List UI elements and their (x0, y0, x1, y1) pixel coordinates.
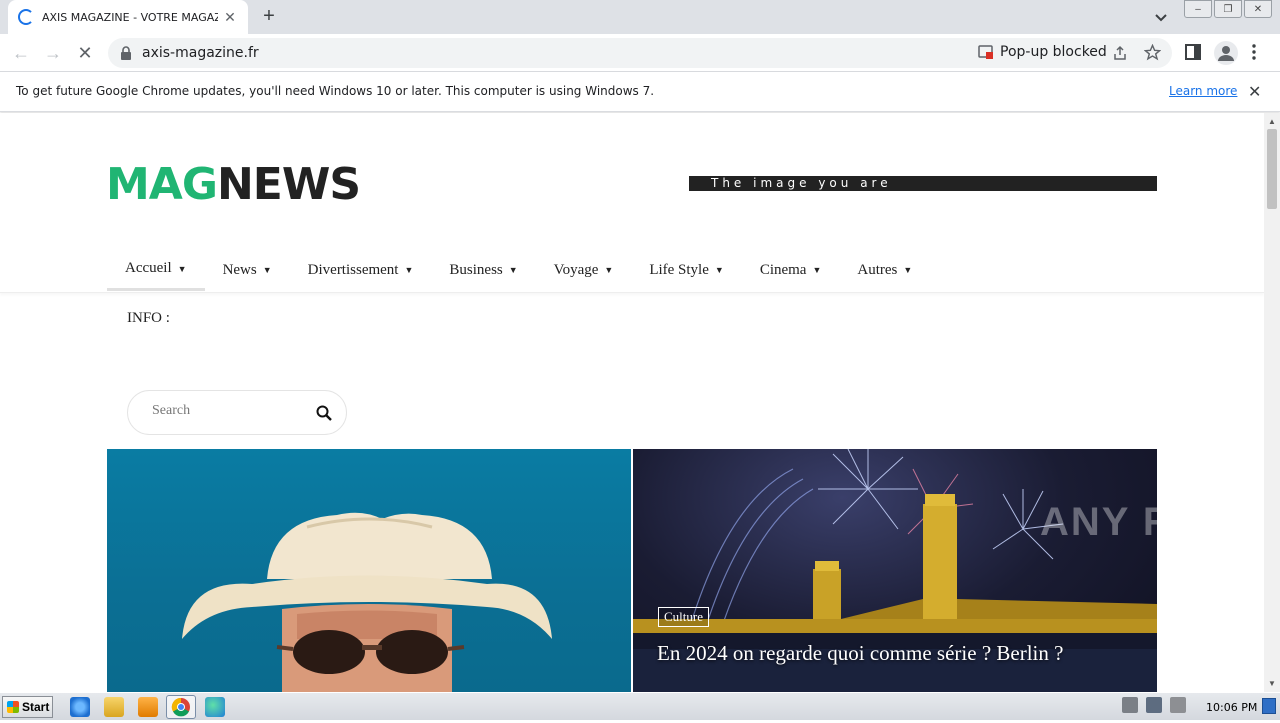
lock-icon[interactable] (120, 46, 132, 60)
windows-logo-icon (7, 701, 19, 713)
profile-avatar-icon[interactable] (1214, 41, 1238, 65)
clock[interactable]: 10:06 PM (1206, 701, 1257, 714)
share-icon[interactable] (1112, 45, 1128, 61)
nav-label: Life Style (649, 261, 709, 278)
browser-tab[interactable]: AXIS MAGAZINE - VOTRE MAGAZINE ✕ (8, 0, 248, 34)
chrome-menu-icon[interactable] (1252, 44, 1256, 60)
nav-item-cinema[interactable]: Cinema ▼ (742, 249, 840, 291)
network-icon[interactable] (1146, 697, 1162, 713)
anyrun-watermark: ANY RUN (1040, 500, 1236, 544)
media-player-icon[interactable] (138, 697, 158, 717)
popup-blocked-icon (978, 45, 993, 59)
action-center-flag-icon[interactable] (1170, 697, 1186, 713)
nav-label: Divertissement (307, 261, 399, 278)
chrome-icon (171, 697, 190, 717)
chevron-down-icon: ▼ (404, 265, 414, 275)
scroll-down-icon[interactable]: ▼ (1268, 679, 1276, 688)
infobar-close-icon[interactable]: ✕ (1248, 82, 1261, 102)
nav-label: News (222, 261, 257, 278)
minimize-button[interactable]: – (1184, 0, 1212, 18)
nav-label: Autres (857, 261, 898, 278)
search-icon[interactable] (316, 405, 332, 421)
address-bar[interactable]: axis-magazine.fr Pop-up blocked (108, 38, 1172, 68)
show-desktop-button[interactable] (1262, 698, 1276, 714)
back-button[interactable]: ← (10, 42, 32, 64)
tab-search-icon[interactable] (1152, 8, 1170, 26)
tab-strip: AXIS MAGAZINE - VOTRE MAGAZINE ✕ + – ❐ ✕ (0, 0, 1280, 34)
chevron-down-icon: ▼ (177, 263, 187, 274)
chevron-down-icon: ▼ (812, 265, 822, 275)
edge-icon[interactable] (205, 697, 225, 717)
forward-button[interactable]: → (42, 42, 64, 64)
nav-label: Business (449, 261, 503, 278)
nav-item-autres[interactable]: Autres ▼ (839, 249, 930, 291)
chevron-down-icon: ▼ (262, 265, 272, 275)
start-button[interactable]: Start (2, 696, 53, 718)
stop-loading-button[interactable]: ✕ (74, 42, 96, 64)
browser-toolbar: ← → ✕ axis-magazine.fr Pop-up blocked (0, 34, 1280, 72)
volume-icon[interactable] (1122, 697, 1138, 713)
page-scrollbar[interactable]: ▲ ▼ (1264, 113, 1280, 692)
featured-article-left[interactable] (107, 449, 631, 692)
chevron-down-icon: ▼ (508, 265, 518, 275)
nav-item-accueil[interactable]: Accueil ▼ (107, 249, 205, 291)
learn-more-link[interactable]: Learn more (1169, 84, 1237, 98)
featured-article-right[interactable]: Culture En 2024 on regarde quoi comme sé… (633, 449, 1157, 692)
nav-item-news[interactable]: News ▼ (205, 249, 290, 291)
web-page: MAGNEWS The image you are Accueil ▼ News ▼… (0, 113, 1264, 692)
info-ticker-label: INFO : (127, 310, 170, 326)
popup-blocked-indicator[interactable]: Pop-up blocked (978, 44, 1107, 60)
site-logo[interactable]: MAGNEWS (106, 159, 361, 210)
chevron-down-icon: ▼ (903, 265, 913, 275)
article-headline[interactable]: En 2024 on regarde quoi comme série ? Be… (657, 641, 1063, 666)
close-window-button[interactable]: ✕ (1244, 0, 1272, 18)
popup-blocked-label: Pop-up blocked (1000, 44, 1107, 60)
scroll-up-icon[interactable]: ▲ (1268, 117, 1276, 126)
url-text[interactable]: axis-magazine.fr (142, 45, 259, 61)
chevron-down-icon: ▼ (714, 265, 724, 275)
nav-item-life-style[interactable]: Life Style ▼ (631, 249, 742, 291)
file-explorer-icon[interactable] (104, 697, 124, 717)
new-tab-button[interactable]: + (258, 6, 280, 28)
restore-button[interactable]: ❐ (1214, 0, 1242, 18)
infobar-message: To get future Google Chrome updates, you… (16, 84, 655, 98)
search-box (127, 390, 347, 435)
internet-explorer-icon[interactable] (70, 697, 90, 717)
start-label: Start (22, 700, 50, 714)
logo-news: NEWS (216, 159, 361, 210)
windows-taskbar: Start 10:06 PM (0, 692, 1280, 720)
chevron-down-icon: ▼ (604, 265, 614, 275)
side-panel-icon[interactable] (1185, 44, 1201, 60)
chrome-taskbar-button[interactable] (166, 695, 196, 719)
nav-item-voyage[interactable]: Voyage ▼ (536, 249, 632, 291)
main-nav: Accueil ▼ News ▼ Divertissement ▼ Business ▼… (0, 249, 1264, 293)
tab-title: AXIS MAGAZINE - VOTRE MAGAZINE (42, 10, 218, 24)
nav-label: Accueil (125, 260, 172, 276)
loading-spinner-icon (18, 9, 34, 25)
logo-mag: MAG (106, 159, 218, 210)
nav-item-divertissement[interactable]: Divertissement ▼ (290, 249, 432, 291)
ad-banner[interactable]: The image you are (689, 176, 1157, 191)
system-tray (1122, 697, 1186, 713)
nav-item-business[interactable]: Business ▼ (431, 249, 535, 291)
tab-close-icon[interactable]: ✕ (222, 9, 238, 26)
nav-label: Voyage (553, 261, 599, 278)
bookmark-star-icon[interactable] (1144, 44, 1161, 61)
cowboy-photo (182, 512, 552, 692)
update-infobar: To get future Google Chrome updates, you… (0, 72, 1280, 112)
search-input[interactable] (152, 403, 302, 419)
scrollbar-thumb[interactable] (1267, 129, 1277, 209)
category-tag-culture[interactable]: Culture (658, 607, 709, 627)
nav-label: Cinema (759, 261, 807, 278)
